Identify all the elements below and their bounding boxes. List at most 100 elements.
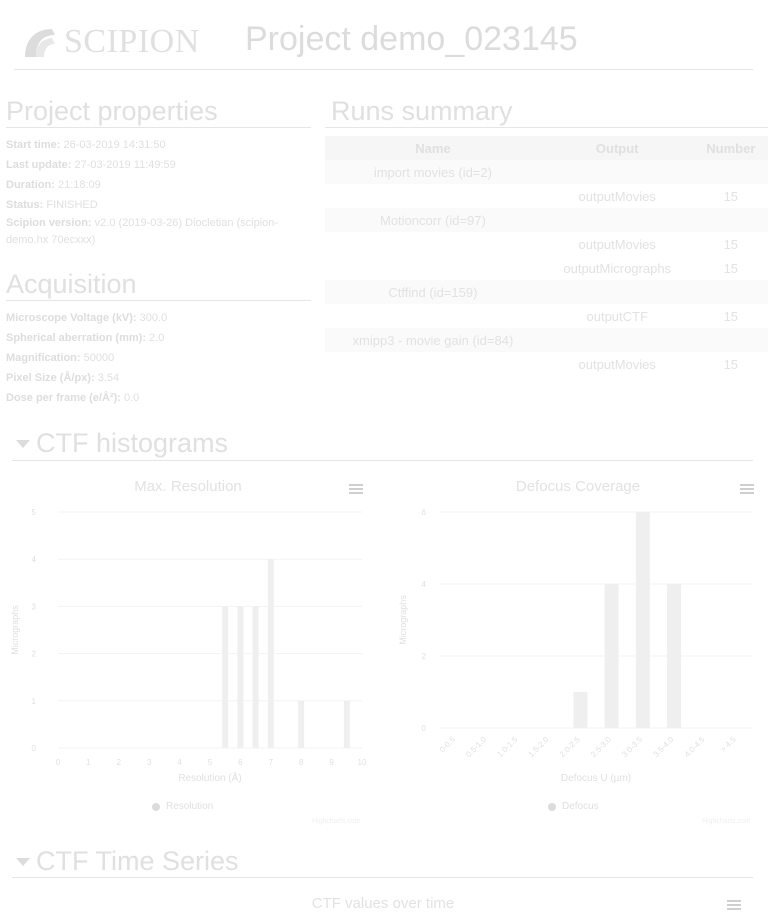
prop-duration: Duration: 21:18:09	[6, 179, 101, 191]
properties-list: Start time: 26-03-2019 14:31:50 Last upd…	[6, 135, 296, 249]
runs-output-row[interactable]: outputMicrographs 15	[325, 256, 768, 280]
x-tick-label: 8	[299, 758, 304, 767]
x-tick-label: 2	[117, 758, 122, 767]
runs-protocol-row[interactable]: import movies (id=2)	[325, 160, 768, 184]
acquisition-title: Acquisition	[6, 269, 137, 299]
x-tick-label: 4.0-4.5	[683, 735, 707, 759]
x-tick-label: 9	[329, 758, 334, 767]
run-name-cell: import movies (id=2)	[325, 160, 541, 184]
time-series-chart-title: CTF values over time	[311, 895, 455, 912]
histogram-bar	[604, 584, 619, 728]
runs-output-row[interactable]: outputCTF 15	[325, 304, 768, 328]
run-output-cell	[540, 280, 694, 304]
ctf-time-series-title: CTF Time Series	[36, 846, 239, 876]
legend-dot-icon	[548, 802, 556, 811]
x-tick-label: 3	[147, 758, 152, 767]
chart-menu-icon[interactable]	[349, 484, 363, 494]
project-title: Project demo_023145	[245, 20, 578, 58]
y-tick-label: 0	[32, 744, 37, 753]
acq-pixel-size: Pixel Size (Å/px): 3.54	[6, 372, 120, 384]
run-output-cell: outputCTF	[586, 308, 648, 324]
prop-status: Status: FINISHED	[6, 199, 98, 211]
y-tick-label: 5	[32, 508, 37, 517]
acquisition-divider	[6, 300, 311, 301]
prop-last-update: Last update: 27-03-2019 11:49:59	[6, 159, 176, 171]
runs-header-row: Name Output Number	[325, 136, 768, 160]
run-number-cell	[693, 160, 768, 184]
acq-dose-per-frame: Dose per frame (e/Å²): 0.0	[6, 392, 140, 404]
histogram-bar	[635, 512, 650, 728]
runs-protocol-row[interactable]: xmipp3 - movie gain (id=84)	[325, 328, 768, 352]
acquisition-list: Microscope Voltage (kV): 300.0 Spherical…	[6, 308, 306, 408]
x-tick-label: 3.0-3.5	[620, 735, 644, 759]
chart-credits[interactable]: Highcharts.com	[702, 818, 751, 825]
run-number-cell: 15	[723, 356, 739, 372]
run-number-cell: 15	[723, 308, 739, 324]
histogram-bar	[573, 692, 588, 728]
run-name-cell	[325, 232, 541, 256]
defocus-legend[interactable]: Defocus	[548, 801, 599, 812]
chart-menu-icon[interactable]	[740, 484, 754, 494]
run-number-cell: 15	[723, 260, 739, 276]
histogram-bar	[298, 700, 305, 748]
x-tick-label: 2.5-3.0	[589, 735, 613, 759]
properties-divider	[6, 127, 311, 128]
y-tick-label: 2	[32, 650, 37, 659]
x-tick-label: 2.0-2.5	[558, 735, 582, 759]
time-series-divider	[12, 877, 753, 878]
run-output-cell	[540, 160, 694, 184]
ctf-time-series-toggle[interactable]: CTF Time Series	[16, 846, 239, 877]
runs-divider	[325, 127, 768, 128]
runs-output-row[interactable]: outputMovies 15	[325, 184, 768, 208]
run-output-cell: outputMovies	[578, 188, 656, 204]
run-output-cell: outputMicrographs	[563, 260, 672, 276]
runs-table: Name Output Number import movies (id=2) o…	[325, 136, 768, 376]
acq-magnification: Magnification: 50000	[6, 352, 115, 364]
x-tick-label: 1.5-2.0	[527, 735, 551, 759]
run-name-cell: Motioncorr (id=97)	[325, 208, 541, 232]
runs-header-number: Number	[693, 136, 768, 160]
run-number-cell	[693, 328, 768, 352]
run-output-cell: outputMovies	[578, 356, 656, 372]
chart-credits[interactable]: Highcharts.com	[312, 818, 361, 825]
run-number-cell: 15	[723, 188, 739, 204]
legend-label: Resolution	[166, 801, 214, 812]
acq-spherical-aberration: Spherical aberration (mm): 2.0	[6, 332, 165, 344]
y-axis-label: Micrographs	[10, 605, 20, 655]
prop-start-time: Start time: 26-03-2019 14:31:50	[6, 139, 166, 151]
logo-text: SCIPION	[64, 23, 200, 60]
y-tick-label: 2	[422, 652, 427, 661]
runs-output-row[interactable]: outputMovies 15	[325, 352, 768, 376]
run-name-cell: Ctffind (id=159)	[325, 280, 541, 304]
chart-menu-icon[interactable]	[727, 900, 741, 910]
scipion-logo-icon	[25, 29, 55, 57]
y-tick-label: 6	[422, 508, 427, 517]
histogram-bar	[252, 606, 259, 748]
header-divider	[14, 69, 753, 70]
acq-voltage: Microscope Voltage (kV): 300.0	[6, 312, 168, 324]
x-tick-label: > 4.5	[719, 735, 738, 754]
scipion-logo[interactable]: SCIPION	[22, 22, 200, 62]
histogram-bar	[222, 606, 229, 748]
y-tick-label: 4	[422, 580, 427, 589]
runs-protocol-row[interactable]: Ctffind (id=159)	[325, 280, 768, 304]
x-tick-label: 6	[238, 758, 243, 767]
collapse-triangle-icon	[16, 857, 30, 866]
run-name-cell: xmipp3 - movie gain (id=84)	[325, 328, 541, 352]
runs-output-row[interactable]: outputMovies 15	[325, 232, 768, 256]
run-number-cell	[693, 208, 768, 232]
x-tick-label: 10	[358, 758, 367, 767]
run-number-cell: 15	[723, 236, 739, 252]
runs-protocol-row[interactable]: Motioncorr (id=97)	[325, 208, 768, 232]
resolution-legend[interactable]: Resolution	[152, 801, 213, 812]
ctf-histograms-toggle[interactable]: CTF histograms	[16, 428, 228, 459]
run-output-cell	[540, 328, 694, 352]
run-output-cell	[540, 208, 694, 232]
x-tick-label: 5	[208, 758, 213, 767]
histograms-divider	[12, 460, 753, 461]
x-tick-label: 4	[177, 758, 182, 767]
prop-scipion-version: Scipion version: v2.0 (2019-03-26) Diocl…	[6, 217, 279, 246]
x-tick-label: 1	[86, 758, 91, 767]
x-tick-label: 7	[269, 758, 274, 767]
histogram-bar	[237, 606, 244, 748]
